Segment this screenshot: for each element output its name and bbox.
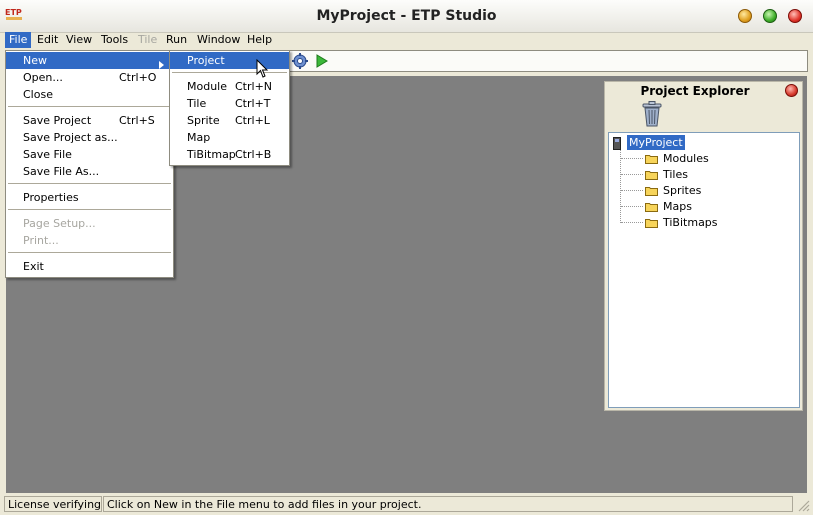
file-menu-save-project[interactable]: Save Project Ctrl+S (6, 112, 173, 129)
menu-separator (8, 209, 171, 210)
status-license: License verifying... (4, 496, 102, 512)
tree-root-item[interactable]: MyProject (626, 134, 686, 151)
menu-window[interactable]: Window (193, 32, 244, 48)
new-submenu-dropdown: Project Module Ctrl+N Tile Ctrl+T Sprite… (169, 50, 290, 166)
menu-file[interactable]: File (5, 32, 32, 48)
new-submenu-tibitmap[interactable]: TiBitmap Ctrl+B (170, 146, 289, 163)
tree-folder-label: Tiles (663, 168, 688, 181)
status-message: Click on New in the File menu to add fil… (103, 496, 793, 512)
file-menu-save-file[interactable]: Save File (6, 146, 173, 163)
tree-root-label: MyProject (626, 134, 686, 151)
new-submenu-sprite[interactable]: Sprite Ctrl+L (170, 112, 289, 129)
tree-folder-item[interactable]: Tiles (661, 167, 690, 182)
new-submenu-map-label: Map (187, 131, 211, 144)
menu-tools[interactable]: Tools (97, 32, 132, 48)
menu-tile[interactable]: Tile (134, 32, 161, 48)
file-menu-open[interactable]: Open... Ctrl+O (6, 69, 173, 86)
new-submenu-tibitmap-shortcut: Ctrl+B (235, 148, 272, 161)
file-menu-page-setup[interactable]: Page Setup... (6, 215, 173, 232)
file-menu-new-label: New (23, 54, 47, 67)
new-submenu-sprite-label: Sprite (187, 114, 220, 127)
new-submenu-sprite-shortcut: Ctrl+L (235, 114, 270, 127)
tree-folder-item[interactable]: TiBitmaps (661, 215, 720, 230)
mouse-cursor-icon (256, 58, 270, 79)
folder-icon (645, 186, 658, 196)
tree-folder-item[interactable]: Sprites (661, 183, 703, 198)
file-menu-save-file-as[interactable]: Save File As... (6, 163, 173, 180)
new-submenu-tibitmap-label: TiBitmap (187, 148, 236, 161)
file-menu-save-file-as-label: Save File As... (23, 165, 100, 178)
file-menu-exit[interactable]: Exit (6, 258, 173, 275)
menu-separator (8, 106, 171, 107)
status-bar: License verifying... Click on New in the… (0, 495, 813, 515)
menu-separator (8, 183, 171, 184)
project-tree: MyProject Modules Tiles Sprites Maps TiBitma… (608, 132, 800, 408)
file-menu-page-setup-label: Page Setup... (23, 217, 96, 230)
folder-icon (645, 170, 658, 180)
tree-folder-item[interactable]: Modules (661, 151, 711, 166)
new-submenu-tile-label: Tile (187, 97, 207, 110)
new-submenu-map[interactable]: Map (170, 129, 289, 146)
file-menu-save-file-label: Save File (23, 148, 72, 161)
new-submenu-module-shortcut: Ctrl+N (235, 80, 273, 93)
file-menu-close[interactable]: Close (6, 86, 173, 103)
tree-folder-label: Modules (663, 152, 709, 165)
file-menu-new[interactable]: New (6, 52, 173, 69)
menu-bar: File Edit View Tools Tile Run Window Hel… (0, 32, 813, 49)
new-submenu-project-label: Project (187, 54, 225, 67)
folder-icon (645, 218, 658, 228)
trash-icon[interactable] (640, 101, 664, 127)
run-play-icon[interactable] (316, 54, 328, 68)
tree-connector (621, 158, 643, 160)
close-window-button[interactable] (788, 9, 802, 23)
file-menu-save-project-label: Save Project (23, 114, 92, 127)
file-menu-print[interactable]: Print... (6, 232, 173, 249)
file-menu-save-project-shortcut: Ctrl+S (119, 114, 155, 127)
menu-edit[interactable]: Edit (33, 32, 62, 48)
tree-folder-label: TiBitmaps (663, 216, 718, 229)
tree-folder-label: Maps (663, 200, 692, 213)
file-menu-print-label: Print... (23, 234, 59, 247)
file-menu-exit-label: Exit (23, 260, 44, 273)
folder-icon (645, 154, 658, 164)
window-title: MyProject - ETP Studio (316, 8, 497, 24)
file-menu-open-shortcut: Ctrl+O (119, 71, 157, 84)
folder-icon (645, 202, 658, 212)
menu-view[interactable]: View (62, 32, 96, 48)
tree-connector (620, 150, 622, 223)
file-menu-close-label: Close (23, 88, 53, 101)
new-submenu-project[interactable]: Project (170, 52, 289, 69)
tree-connector (621, 222, 643, 224)
tree-folder-item[interactable]: Maps (661, 199, 694, 214)
project-explorer-title: Project Explorer (640, 84, 750, 98)
file-menu-properties[interactable]: Properties (6, 189, 173, 206)
file-menu-properties-label: Properties (23, 191, 79, 204)
file-menu-save-project-as[interactable]: Save Project as... (6, 129, 173, 146)
tree-connector (621, 174, 643, 176)
new-submenu-module[interactable]: Module Ctrl+N (170, 78, 289, 95)
minimize-button[interactable] (738, 9, 752, 23)
root-node-icon (613, 137, 621, 150)
new-submenu-tile[interactable]: Tile Ctrl+T (170, 95, 289, 112)
menu-help[interactable]: Help (243, 32, 276, 48)
menu-separator (8, 252, 171, 253)
build-gear-icon[interactable] (292, 53, 308, 69)
file-menu-save-project-as-label: Save Project as... (23, 131, 118, 144)
tree-folder-label: Sprites (663, 184, 702, 197)
tree-connector (621, 190, 643, 192)
maximize-button[interactable] (763, 9, 777, 23)
file-menu-dropdown: New Open... Ctrl+O Close Save Project Ct… (5, 50, 174, 278)
tree-connector (621, 206, 643, 208)
file-menu-open-label: Open... (23, 71, 63, 84)
explorer-close-button[interactable] (785, 84, 798, 97)
resize-grip-icon[interactable] (796, 498, 810, 512)
new-submenu-module-label: Module (187, 80, 227, 93)
new-submenu-tile-shortcut: Ctrl+T (235, 97, 271, 110)
menu-run[interactable]: Run (162, 32, 191, 48)
